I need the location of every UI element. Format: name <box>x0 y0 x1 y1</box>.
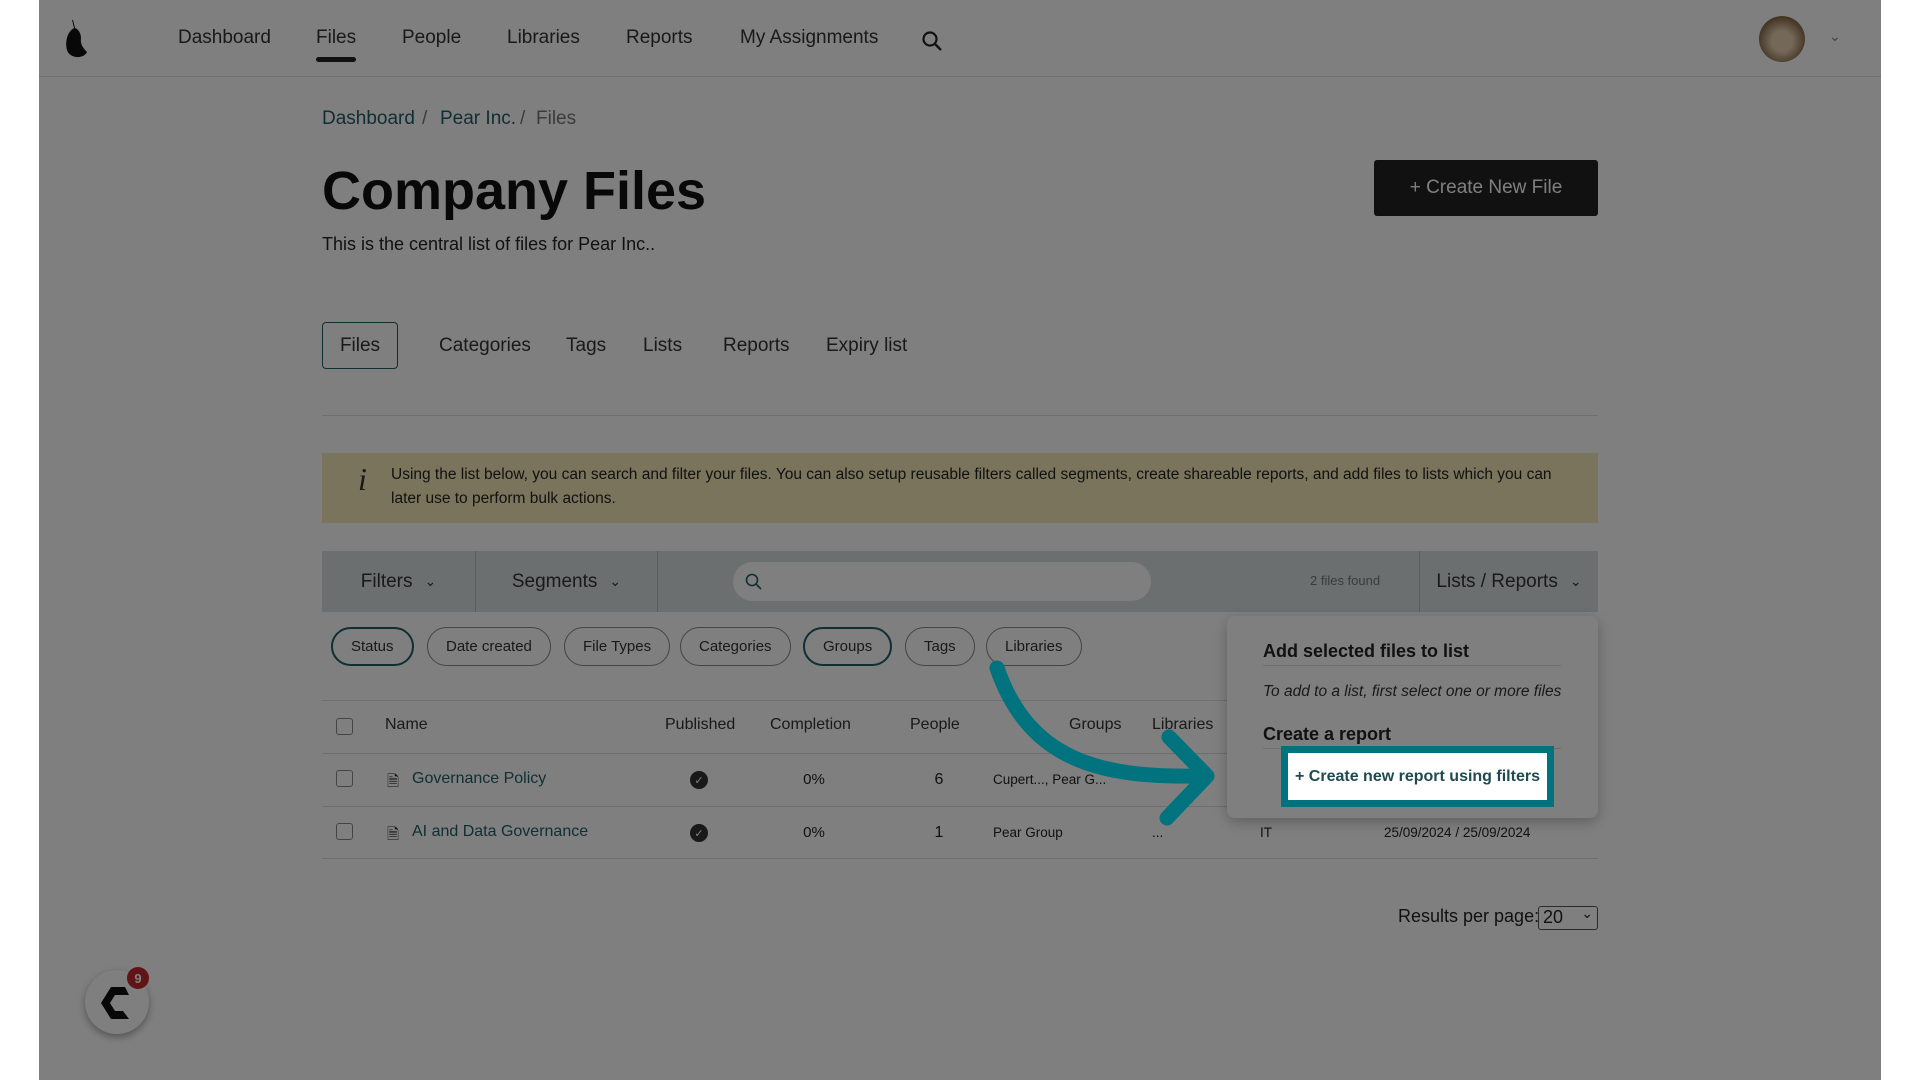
app: Dashboard Files People Libraries Reports… <box>39 0 1881 1080</box>
arrow-pointer-icon <box>989 660 1215 826</box>
create-report-using-filters-button[interactable]: + Create new report using filters <box>1288 753 1547 800</box>
create-report-highlight: + Create new report using filters <box>1281 746 1554 807</box>
